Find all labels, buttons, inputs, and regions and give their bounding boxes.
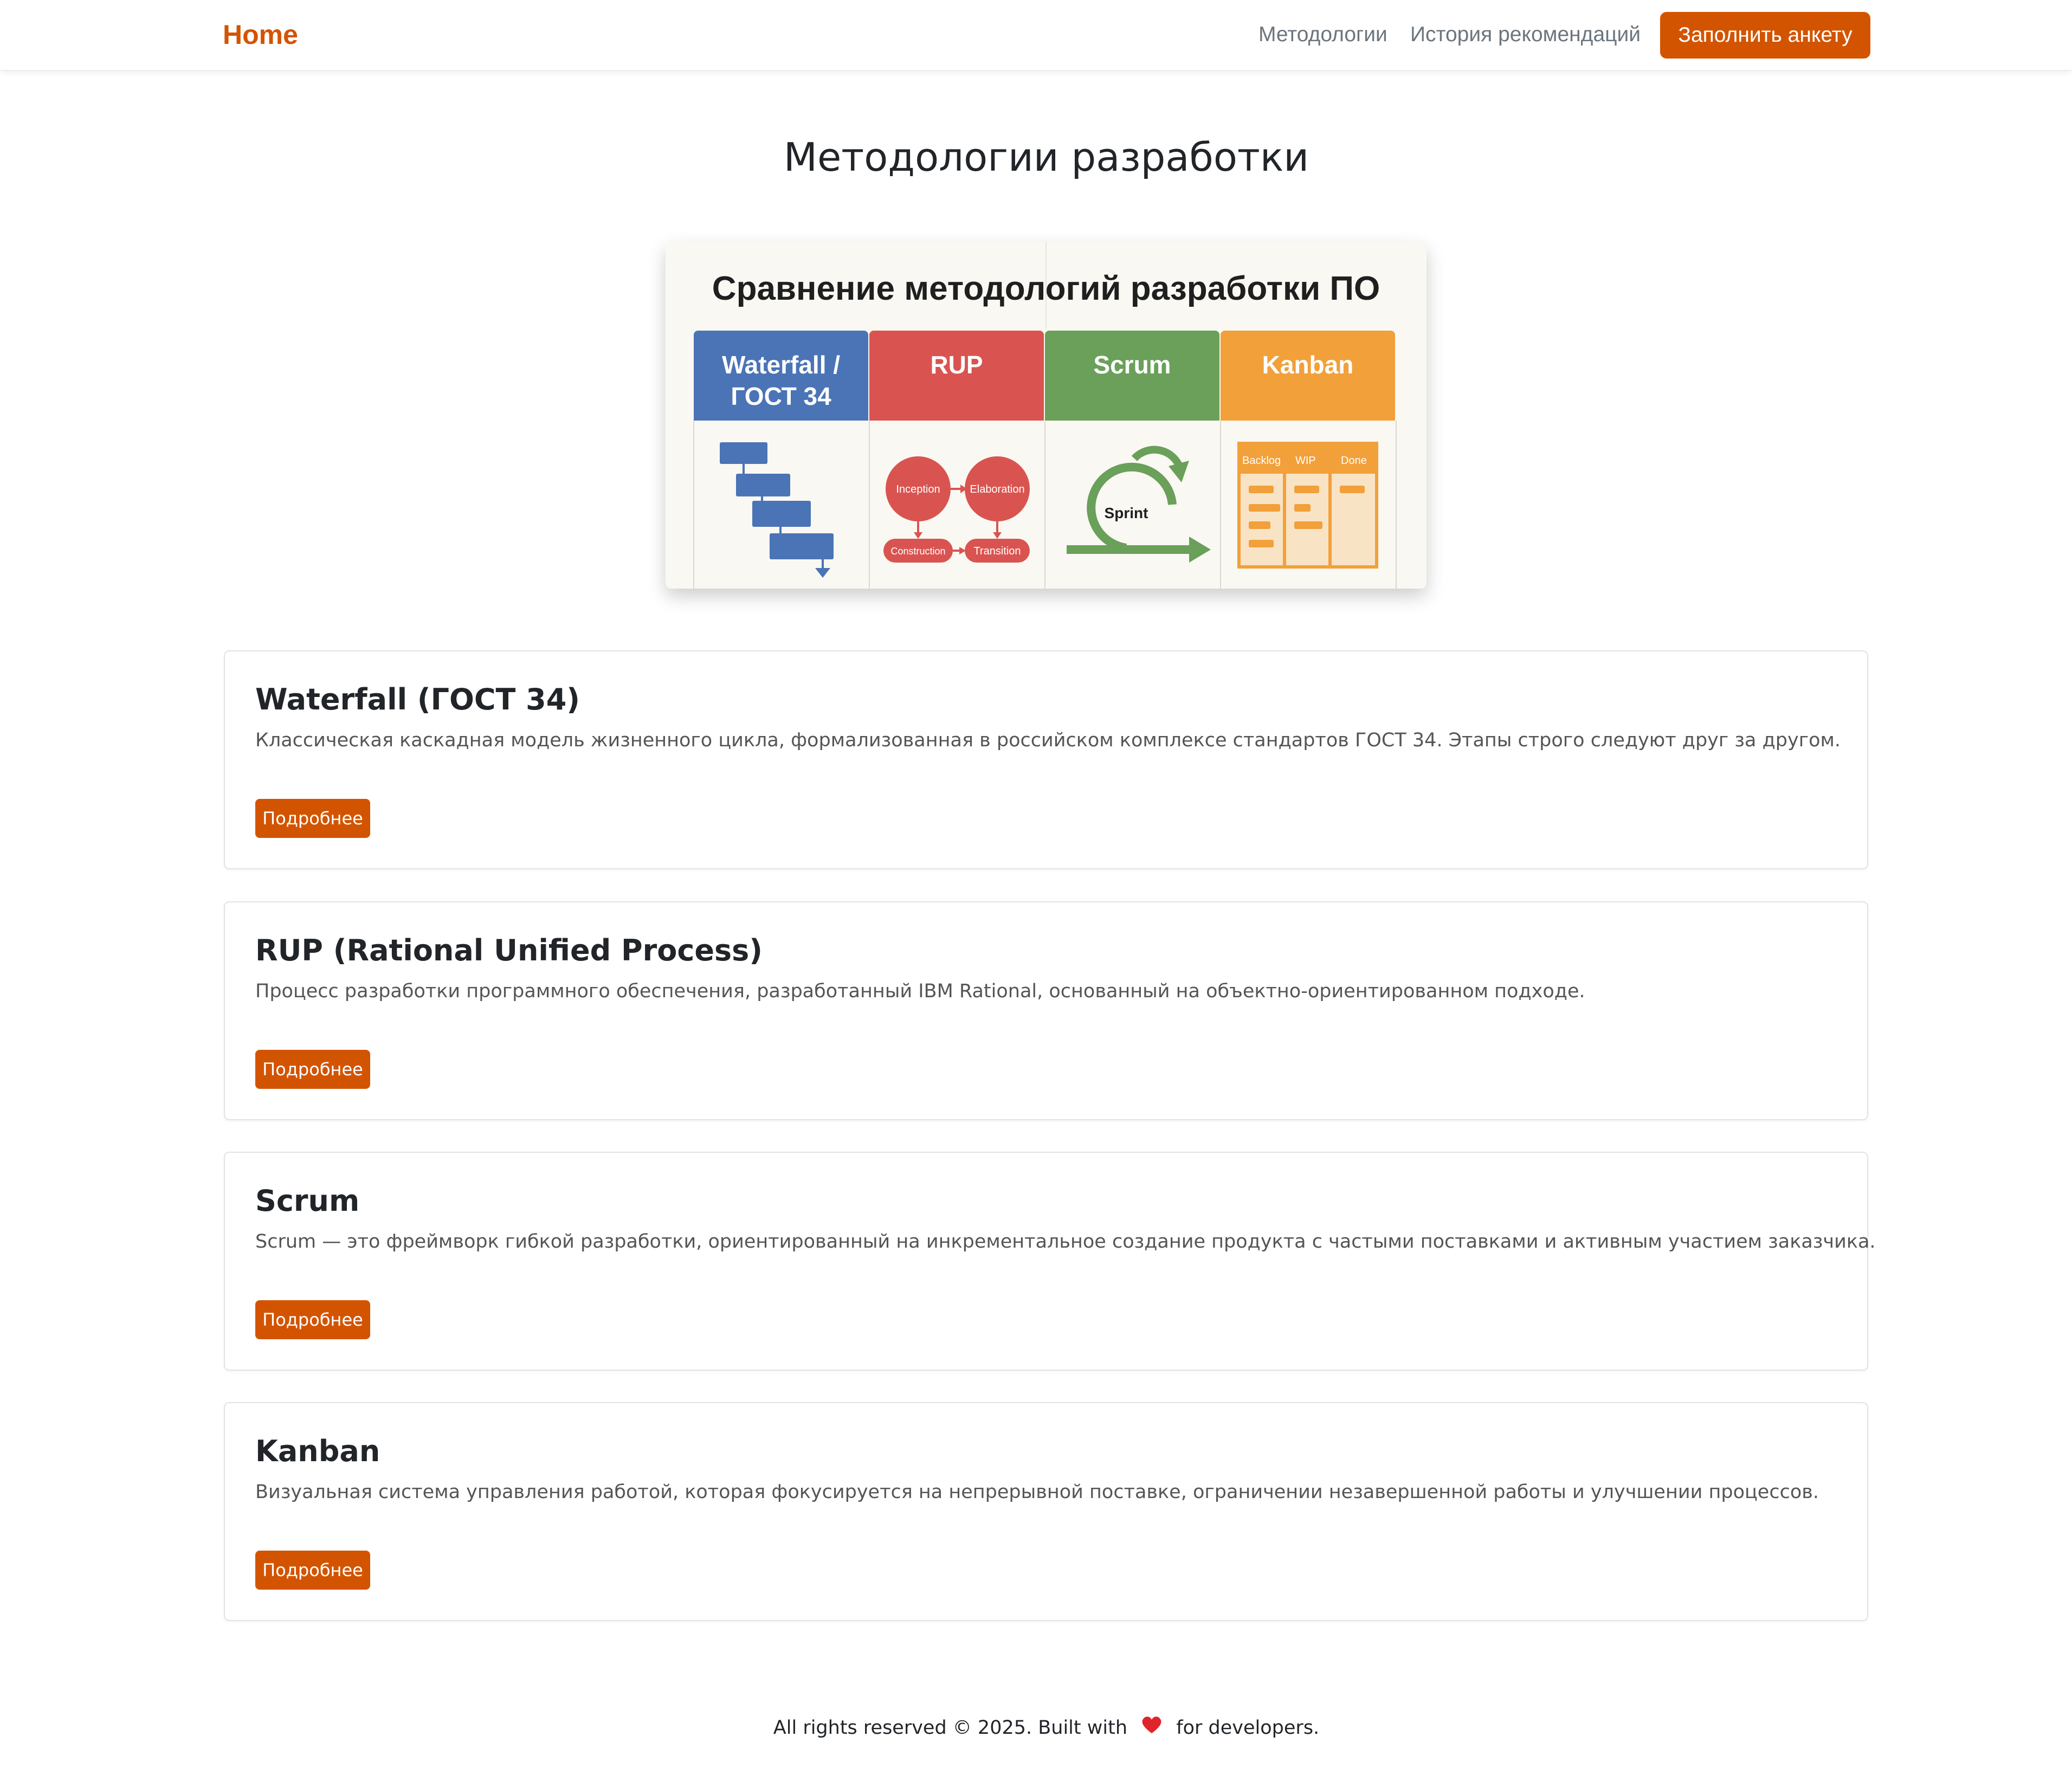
card-description: Scrum — это фреймворк гибкой разработки,… <box>255 1231 1876 1253</box>
methodology-comparison-image: Inception Elaboration Construction Trans… <box>666 242 1426 589</box>
details-button-kanban[interactable]: Подробнее <box>255 1551 370 1590</box>
kanban-board-diagram: Backlog WIP Done <box>1237 442 1378 569</box>
page-title: Методологии разработки <box>783 134 1309 180</box>
brand-home-link[interactable]: Home <box>223 18 298 51</box>
card-description: Классическая каскадная модель жизненного… <box>255 730 1841 751</box>
svg-text:Construction: Construction <box>890 546 945 557</box>
scrum-column-header: Scrum <box>1045 331 1219 421</box>
footer-text-after: for developers. <box>1176 1717 1320 1739</box>
card-title: RUP (Rational Unified Process) <box>255 933 763 967</box>
svg-text:Transition: Transition <box>973 545 1021 557</box>
comparison-image-title: Сравнение методологий разработки ПО <box>712 270 1380 307</box>
nav-link-methodologies[interactable]: Методологии <box>1258 21 1387 49</box>
card-title: Kanban <box>255 1434 380 1468</box>
svg-text:Sprint: Sprint <box>1105 505 1148 521</box>
rup-diagram: Inception Elaboration Construction Trans… <box>883 456 1030 563</box>
footer-text-before: All rights reserved © 2025. Built with <box>773 1717 1128 1739</box>
navbar: Home Методологии История рекомендаций За… <box>0 0 2072 70</box>
kanban-column-header: Kanban <box>1221 331 1395 421</box>
rup-column-header: RUP <box>869 331 1044 421</box>
heart-icon <box>1141 1713 1163 1744</box>
svg-text:WIP: WIP <box>1295 455 1316 467</box>
details-button-rup[interactable]: Подробнее <box>255 1050 370 1089</box>
details-button-waterfall[interactable]: Подробнее <box>255 799 370 838</box>
waterfall-diagram <box>720 442 834 578</box>
footer: All rights reserved © 2025. Built with f… <box>0 1713 2072 1744</box>
methodology-card-waterfall: Waterfall (ГОСТ 34) Классическая каскадн… <box>224 650 1868 869</box>
fill-questionnaire-button[interactable]: Заполнить анкету <box>1660 12 1870 59</box>
methodology-card-scrum: Scrum Scrum — это фреймворк гибкой разра… <box>224 1152 1876 1371</box>
scrum-cycle-diagram: Sprint <box>1067 446 1211 563</box>
svg-text:Elaboration: Elaboration <box>970 483 1024 495</box>
nav-link-recommendation-history[interactable]: История рекомендаций <box>1410 21 1641 49</box>
card-description: Визуальная система управления работой, к… <box>255 1481 1819 1503</box>
card-description: Процесс разработки программного обеспече… <box>255 980 1585 1002</box>
card-title: Scrum <box>255 1184 360 1218</box>
svg-text:Backlog: Backlog <box>1242 455 1281 467</box>
methodology-card-rup: RUP (Rational Unified Process) Процесс р… <box>224 901 1868 1120</box>
svg-text:Inception: Inception <box>896 483 940 495</box>
svg-text:Done: Done <box>1341 455 1367 467</box>
waterfall-column-header: Waterfall / ГОСТ 34 <box>694 331 868 421</box>
details-button-scrum[interactable]: Подробнее <box>255 1300 370 1339</box>
methodology-card-kanban: Kanban Визуальная система управления раб… <box>224 1402 1868 1621</box>
card-title: Waterfall (ГОСТ 34) <box>255 682 580 717</box>
